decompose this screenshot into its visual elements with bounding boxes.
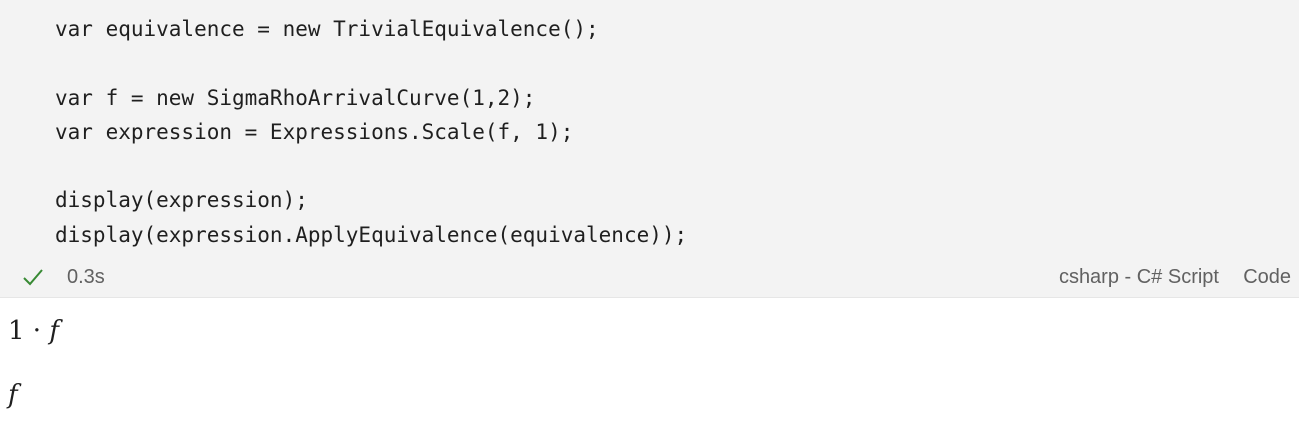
code-line: display(expression); — [55, 188, 308, 213]
cell-status-bar: 0.3s csharp - C# Script Code — [0, 262, 1299, 294]
code-line: var expression = Expressions.Scale(f, 1)… — [55, 119, 574, 144]
code-cell[interactable]: var equivalence = new TrivialEquivalence… — [0, 0, 1299, 298]
cell-language-picker[interactable]: Code — [1243, 266, 1291, 289]
cell-output: 1 · f f — [0, 298, 1299, 424]
output-coefficient: 1 · — [8, 316, 50, 346]
code-line: var f = new SigmaRhoArrivalCurve(1,2); — [55, 85, 536, 110]
output-variable: f — [49, 316, 59, 346]
output-expression: 1 · f — [8, 316, 59, 346]
kernel-picker[interactable]: csharp - C# Script — [1059, 266, 1219, 289]
check-icon — [23, 269, 43, 286]
output-variable: f — [8, 380, 18, 410]
code-editor[interactable]: var equivalence = new TrivialEquivalence… — [55, 12, 687, 252]
code-line: var equivalence = new TrivialEquivalence… — [55, 17, 599, 41]
execution-duration: 0.3s — [67, 266, 105, 288]
code-line: display(expression.ApplyEquivalence(equi… — [55, 222, 688, 247]
output-expression-equivalent: f — [8, 380, 18, 410]
